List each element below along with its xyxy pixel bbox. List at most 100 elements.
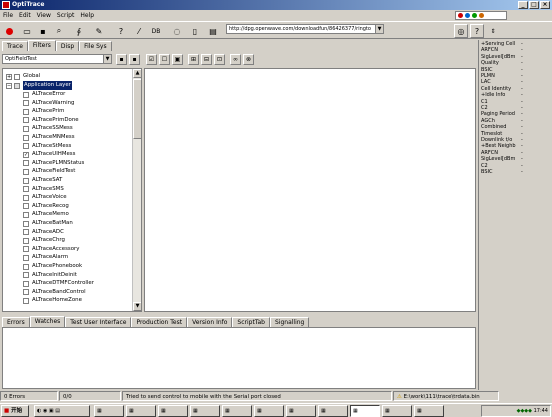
link-icon[interactable]: ∞ [230,54,241,65]
minimize-button[interactable]: _ [518,1,528,9]
taskbar-item-8[interactable]: ▦ [318,405,348,417]
tree-item-checkbox[interactable] [23,297,29,304]
tree-item-checkbox[interactable] [23,220,29,227]
tree-item-checkbox[interactable] [23,160,29,167]
tree-item[interactable]: ALTraceHomeZone [23,296,82,305]
tab-test-user-interface[interactable]: Test User Interface [65,317,132,327]
filter-combobox[interactable]: OptiFieldTest ▼ [2,54,112,64]
tab-file-sys[interactable]: File Sys [79,41,112,51]
tree-item-checkbox[interactable] [23,272,29,279]
scroll-up-icon[interactable]: ▲ [133,69,141,78]
quick-launch[interactable]: ◐ ◉ ▣ ▤ [34,405,90,417]
tree-item-checkbox[interactable] [23,237,29,244]
spin-arrows-icon[interactable]: ⇕ [486,24,500,38]
help-circle-icon[interactable]: ? [114,24,128,38]
unlink-icon[interactable]: ⊗ [243,54,254,65]
tree-item-checkbox[interactable] [23,289,29,296]
tab-errors[interactable]: Errors [2,317,30,327]
taskbar-item-1[interactable]: ▦ [94,405,124,417]
taskbar-item-2[interactable]: ▦ [126,405,156,417]
tree-item-checkbox[interactable] [23,263,29,270]
tree-item-checkbox[interactable] [23,186,29,193]
taskbar-item-5[interactable]: ▦ [222,405,252,417]
tree-item-checkbox[interactable] [23,254,29,261]
tab-scripttab[interactable]: ScriptTab [232,317,270,327]
cfg-icon[interactable]: ▤ [206,24,220,38]
record-icon[interactable] [2,24,16,38]
start-button[interactable]: ■ 开始 [1,405,29,417]
menu-file[interactable]: File [3,12,13,19]
chevron-down-icon[interactable]: ▼ [103,55,111,63]
tab-version-info[interactable]: Version Info [187,317,233,327]
tree-options-icon[interactable]: ⊡ [214,54,225,65]
taskbar-item-9[interactable]: ▦ [382,405,412,417]
taskbar-item-7[interactable]: ▦ [286,405,316,417]
maximize-button[interactable]: □ [529,1,539,9]
tree-item-checkbox[interactable] [23,211,29,218]
tree-item-checkbox[interactable] [23,280,29,287]
language-bar[interactable] [455,11,507,20]
phone-icon[interactable]: ▯ [188,24,202,38]
taskbar-item-4[interactable]: ▦ [190,405,220,417]
tab-filters[interactable]: Filters [27,40,56,51]
expand-all-icon[interactable]: ⊞ [188,54,199,65]
tree-item-checkbox[interactable] [23,203,29,210]
menu-edit[interactable]: Edit [19,12,31,19]
tab-watches[interactable]: Watches [29,316,66,327]
app-layer-checkbox[interactable] [14,82,20,89]
tree-item-checkbox[interactable] [23,125,29,132]
tree-node-global[interactable]: + Global [6,72,40,81]
scroll-down-icon[interactable]: ▼ [133,302,141,311]
url-combobox[interactable]: http://dpg.openwave.com/downloadfun/8642… [226,24,384,34]
taskbar-item-3[interactable]: ▦ [158,405,188,417]
menu-help[interactable]: Help [80,12,94,19]
tree-item-checkbox[interactable]: ✓ [23,151,29,158]
save-as-filter-icon[interactable]: ▪ [129,54,140,65]
tree-item-checkbox[interactable] [23,194,29,201]
script-icon[interactable]: ∮ [72,24,86,38]
tree-item-checkbox[interactable] [23,117,29,124]
expand-icon[interactable]: + [6,73,12,80]
open-folder-icon[interactable]: ▭ [20,24,34,38]
tab-trace[interactable]: Trace [2,41,28,51]
system-tray[interactable]: ◆◆◆◆ 17:44 [481,405,551,417]
tab-production-test[interactable]: Production Test [131,317,188,327]
tree-item-checkbox[interactable] [23,229,29,236]
tree-item-checkbox[interactable] [23,168,29,175]
refresh-icon[interactable]: ◎ [454,24,468,38]
collapse-all-icon[interactable]: ⊟ [201,54,212,65]
tree-item-checkbox[interactable] [23,134,29,141]
tree-item-checkbox[interactable] [23,246,29,253]
bulb-icon[interactable]: ◌ [170,24,184,38]
tab-disp[interactable]: Disp [55,41,80,51]
tree-node-application-layer[interactable]: − Application Layer [6,81,72,90]
taskbar-item-10[interactable]: ▦ [414,405,444,417]
help-question-icon[interactable]: ? [470,24,484,38]
taskbar-item-optitrace[interactable]: ▦ [350,405,380,417]
global-checkbox[interactable] [14,73,20,80]
menu-view[interactable]: View [37,12,51,19]
save-icon[interactable]: ▪ [36,24,50,38]
tree-scrollbar[interactable]: ▲ ▼ [132,69,141,311]
tab-signalling[interactable]: Signalling [269,317,310,327]
cell-info-label: SigLevel[dBm [481,156,516,163]
uncheck-all-icon[interactable]: ☐ [159,54,170,65]
chevron-down-icon[interactable]: ▼ [375,25,383,33]
graph-icon[interactable]: ⁄ [132,24,146,38]
scroll-thumb[interactable] [133,79,141,139]
tree-item-checkbox[interactable] [23,177,29,184]
search-icon[interactable]: ⌕ [52,24,66,38]
db-button[interactable]: DB [148,24,164,38]
menu-script[interactable]: Script [57,12,74,19]
wizard-icon[interactable]: ✎ [92,24,106,38]
tree-item-checkbox[interactable] [23,108,29,115]
taskbar-item-6[interactable]: ▦ [254,405,284,417]
tree-item-checkbox[interactable] [23,143,29,150]
check-all-icon[interactable]: ☑ [146,54,157,65]
tree-item-checkbox[interactable] [23,91,29,98]
collapse-icon[interactable]: − [6,82,12,89]
invert-check-icon[interactable]: ▣ [172,54,183,65]
close-button[interactable]: × [540,1,550,9]
save-filter-icon[interactable]: ▪ [116,54,127,65]
tree-item-checkbox[interactable] [23,100,29,107]
